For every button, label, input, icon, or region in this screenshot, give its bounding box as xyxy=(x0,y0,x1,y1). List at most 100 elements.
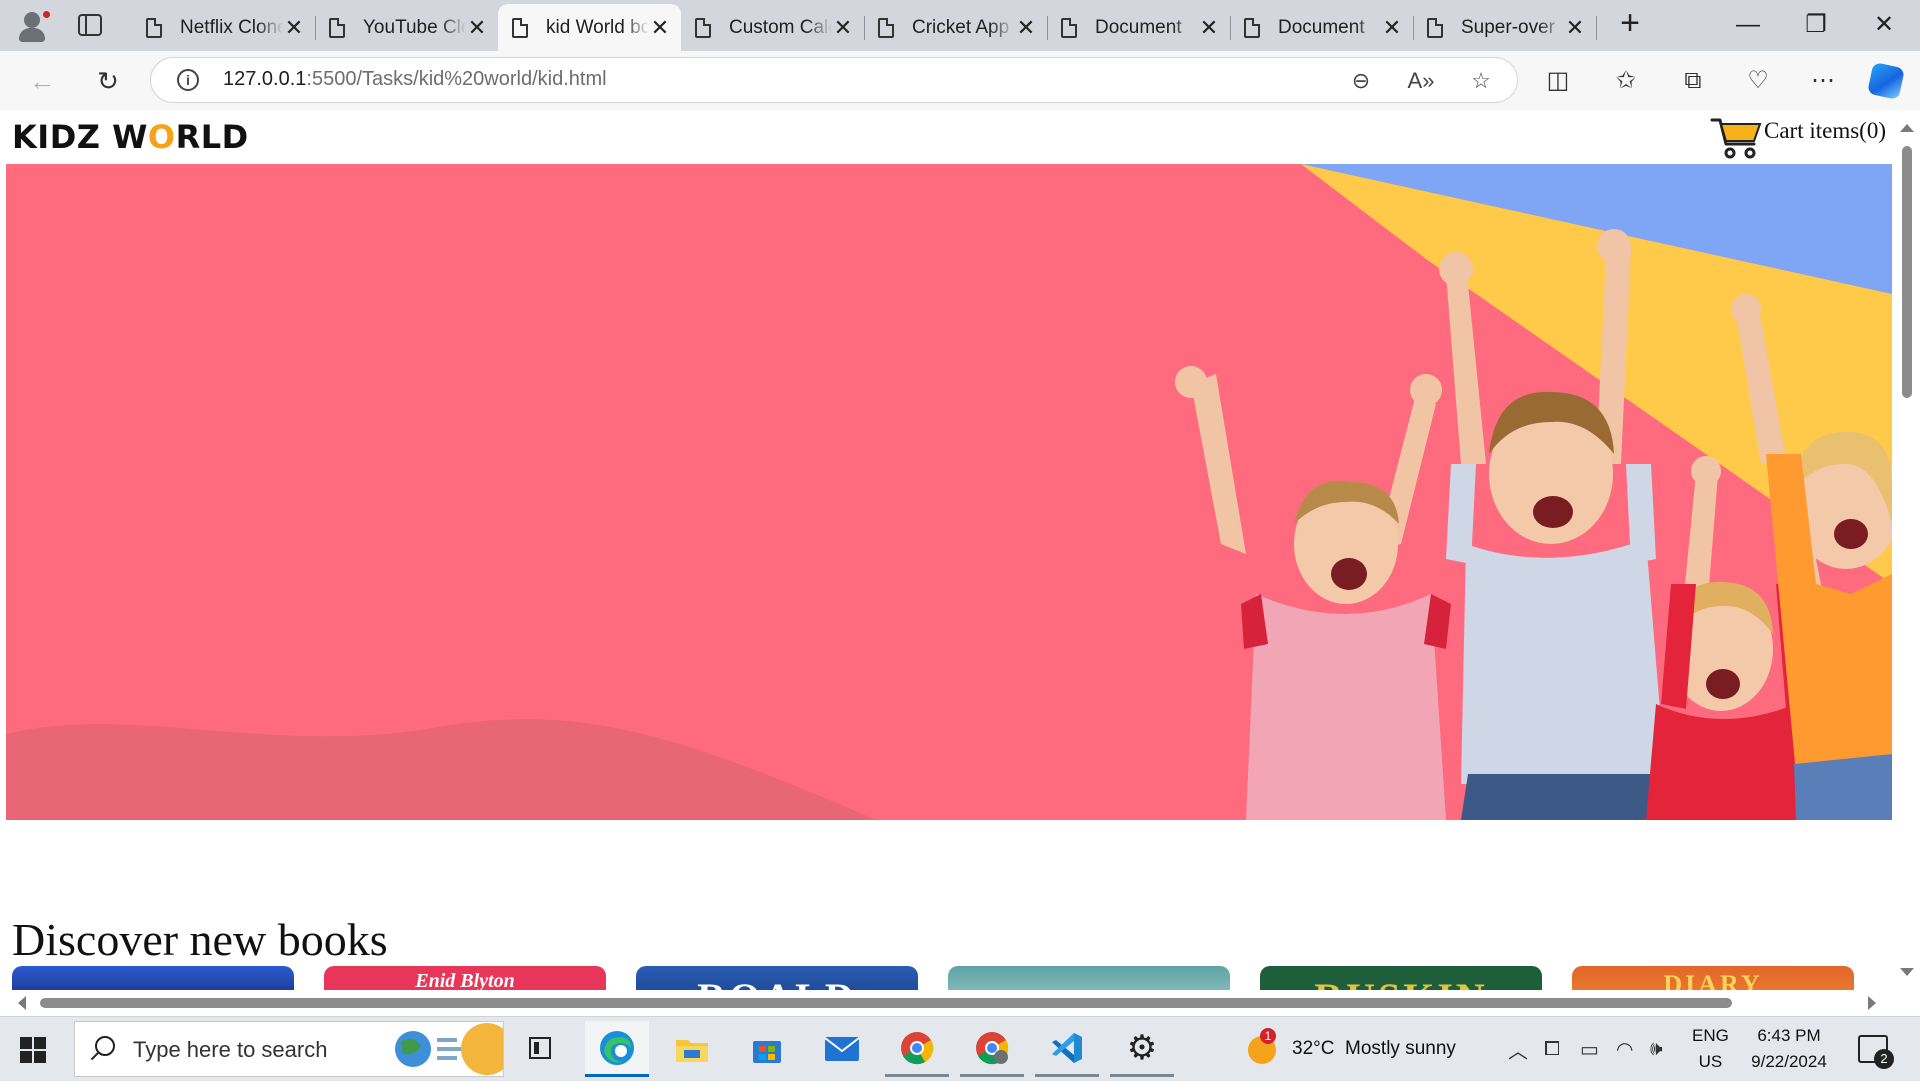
volume-icon[interactable]: 🕪 xyxy=(1650,1017,1663,1081)
tab-label: Cricket App xyxy=(912,16,1010,38)
search-highlight-illustration xyxy=(395,1023,503,1075)
tab-netflix-clone[interactable]: Netflix Clone ✕ xyxy=(132,4,316,51)
refresh-icon[interactable]: ↻ xyxy=(90,63,126,99)
tab-label: Custom Calendar xyxy=(729,16,832,38)
new-tab-plus-icon[interactable]: + xyxy=(1612,6,1648,42)
favorite-star-icon[interactable]: ☆ xyxy=(1467,67,1495,95)
horizontal-scroll-thumb[interactable] xyxy=(40,998,1732,1008)
tab-document-2[interactable]: Document ✕ xyxy=(1230,4,1414,51)
tab-label: YouTube Clone xyxy=(363,16,466,38)
shopping-cart-icon xyxy=(1710,114,1762,160)
browser-toolbar: ← ↻ i 127.0.0.1:5500/Tasks/kid%20world/k… xyxy=(0,51,1920,110)
browser-essentials-icon[interactable]: ♡ xyxy=(1743,66,1773,96)
windows-taskbar: Type here to search ⚙ 1 32°C Mostly sunn… xyxy=(0,1016,1920,1080)
chrome-icon[interactable] xyxy=(885,1021,949,1077)
web-page: KIDZ WORLD Cart items(0) Discover new bo… xyxy=(0,110,1920,1016)
clock[interactable]: 6:43 PM 9/22/2024 xyxy=(1744,1017,1834,1081)
page-icon xyxy=(146,17,162,38)
tab-actions-icon[interactable] xyxy=(78,14,102,36)
scroll-right-arrow-icon[interactable] xyxy=(1868,996,1876,1010)
page-icon xyxy=(512,17,528,38)
copilot-icon[interactable] xyxy=(1867,62,1905,100)
tab-close-icon[interactable]: ✕ xyxy=(832,15,854,41)
language-code: ENG xyxy=(1692,1026,1729,1045)
windows-start-icon[interactable] xyxy=(20,1037,46,1063)
tab-close-icon[interactable]: ✕ xyxy=(1198,15,1220,41)
vs-code-icon[interactable] xyxy=(1035,1021,1099,1077)
hero-banner xyxy=(6,164,1892,820)
site-info-icon[interactable]: i xyxy=(177,69,199,91)
file-explorer-icon[interactable] xyxy=(660,1021,724,1077)
vertical-scrollbar[interactable] xyxy=(1894,110,1920,1016)
tab-label: Document xyxy=(1095,16,1182,38)
back-arrow-icon[interactable]: ← xyxy=(24,63,60,99)
language-region: US xyxy=(1698,1052,1723,1071)
search-placeholder: Type here to search xyxy=(133,1037,328,1062)
clock-time: 6:43 PM xyxy=(1757,1026,1821,1045)
scroll-left-arrow-icon[interactable] xyxy=(18,996,26,1010)
task-view-icon[interactable] xyxy=(510,1021,574,1077)
horizontal-scrollbar[interactable] xyxy=(0,990,1894,1016)
weather-condition: Mostly sunny xyxy=(1345,1038,1456,1059)
taskbar-search-box[interactable]: Type here to search xyxy=(74,1021,504,1077)
battery-icon[interactable]: ▭ xyxy=(1580,1017,1599,1081)
meet-now-icon[interactable]: ⧠ xyxy=(1544,1017,1560,1081)
page-icon xyxy=(1061,17,1077,38)
tab-cricket-app[interactable]: Cricket App ✕ xyxy=(864,4,1048,51)
favorites-icon[interactable]: ✩ xyxy=(1611,66,1641,96)
site-logo[interactable]: KIDZ WORLD xyxy=(12,118,249,156)
discover-books-heading: Discover new books xyxy=(12,914,388,965)
language-indicator[interactable]: ENG US xyxy=(1692,1017,1729,1081)
page-icon xyxy=(1244,17,1260,38)
chrome-profile-icon[interactable] xyxy=(960,1021,1024,1077)
hero-illustration xyxy=(6,164,1892,820)
profile-avatar-icon[interactable] xyxy=(14,6,52,44)
split-screen-icon[interactable]: ◫ xyxy=(1543,66,1573,96)
tab-label: Netflix Clone xyxy=(180,16,283,38)
scroll-up-arrow-icon[interactable] xyxy=(1900,124,1914,132)
page-icon xyxy=(329,17,345,38)
collections-icon[interactable]: ⧉ xyxy=(1678,66,1708,96)
browser-title-bar: Netflix Clone ✕ YouTube Clone ✕ kid Worl… xyxy=(0,0,1920,51)
tab-close-icon[interactable]: ✕ xyxy=(1015,15,1037,41)
tab-close-icon[interactable]: ✕ xyxy=(466,15,488,41)
page-icon xyxy=(1427,17,1443,38)
close-window-button[interactable]: ✕ xyxy=(1864,8,1904,42)
tab-custom-calendar[interactable]: Custom Calendar ✕ xyxy=(681,4,865,51)
address-url[interactable]: 127.0.0.1:5500/Tasks/kid%20world/kid.htm… xyxy=(223,68,607,91)
clock-date: 9/22/2024 xyxy=(1751,1052,1827,1071)
wifi-icon[interactable]: ◠ xyxy=(1616,1017,1633,1081)
tab-kid-world[interactable]: kid World books ✕ xyxy=(498,4,681,51)
tab-close-icon[interactable]: ✕ xyxy=(649,15,671,41)
tab-label: Super-over xyxy=(1461,16,1555,38)
edge-browser-icon[interactable] xyxy=(585,1021,649,1077)
address-bar[interactable]: i 127.0.0.1:5500/Tasks/kid%20world/kid.h… xyxy=(150,57,1518,103)
cart-items-count: Cart items(0) xyxy=(1764,118,1886,143)
search-icon xyxy=(95,1036,115,1056)
tab-document-1[interactable]: Document ✕ xyxy=(1047,4,1231,51)
profile-alert-dot xyxy=(42,10,51,19)
scroll-down-arrow-icon[interactable] xyxy=(1900,968,1914,976)
kid-pink-shirt xyxy=(1175,366,1451,820)
restore-button[interactable]: ❐ xyxy=(1796,8,1836,42)
vertical-scroll-thumb[interactable] xyxy=(1902,146,1912,398)
tab-super-over[interactable]: Super-over ✕ xyxy=(1413,4,1597,51)
page-icon xyxy=(695,17,711,38)
minimize-button[interactable]: — xyxy=(1728,8,1768,42)
weather-widget[interactable]: 1 32°C Mostly sunny xyxy=(1246,1017,1456,1081)
weather-temperature: 32°C xyxy=(1292,1038,1335,1059)
tab-close-icon[interactable]: ✕ xyxy=(1381,15,1403,41)
zoom-out-icon[interactable]: ⊖ xyxy=(1347,67,1375,95)
settings-gear-icon[interactable]: ⚙ xyxy=(1110,1021,1174,1077)
notification-center-icon[interactable]: 2 xyxy=(1858,1017,1894,1081)
tab-youtube-clone[interactable]: YouTube Clone ✕ xyxy=(315,4,498,51)
notification-count: 2 xyxy=(1874,1049,1894,1069)
microsoft-store-icon[interactable] xyxy=(735,1021,799,1077)
show-hidden-icons-chevron-icon[interactable]: ︿ xyxy=(1508,1017,1528,1081)
cart-button[interactable]: Cart items(0) xyxy=(1710,114,1886,160)
mail-icon[interactable] xyxy=(810,1021,874,1077)
tab-close-icon[interactable]: ✕ xyxy=(283,15,305,41)
more-menu-icon[interactable]: ⋯ xyxy=(1808,66,1838,96)
tab-close-icon[interactable]: ✕ xyxy=(1564,15,1586,41)
read-aloud-icon[interactable]: A» xyxy=(1407,67,1435,95)
